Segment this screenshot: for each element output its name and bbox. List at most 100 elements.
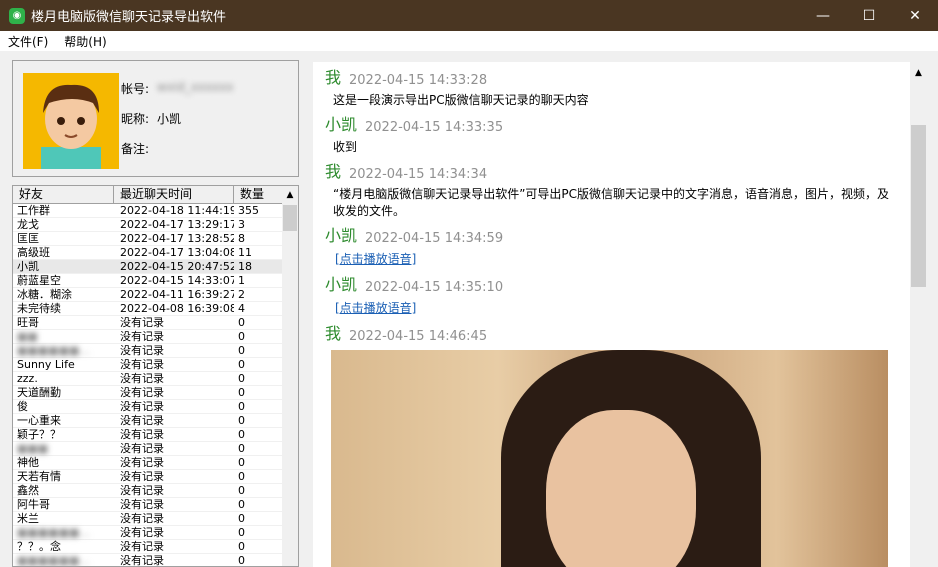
scroll-thumb[interactable] bbox=[911, 125, 926, 287]
friend-row[interactable]: 米兰 没有记录 0 bbox=[13, 512, 298, 526]
message-photo[interactable] bbox=[331, 350, 888, 567]
nickname-value: 小凯 bbox=[157, 112, 182, 126]
friend-list: 好友 最近聊天时间 数量 工作群 2022-04-18 11:44:19 355 龙戈… bbox=[12, 185, 299, 567]
message-count: 0 bbox=[238, 484, 245, 497]
profile-panel: 帐号: wxid_xxxxxx 昵称: 小凯 备注: bbox=[12, 60, 299, 177]
message-count: 1 bbox=[238, 274, 245, 287]
last-chat-time: 没有记录 bbox=[120, 330, 164, 343]
last-chat-time: 没有记录 bbox=[120, 442, 164, 455]
friend-row[interactable]: 天若有情 没有记录 0 bbox=[13, 470, 298, 484]
friend-row[interactable]: 冰糖．糊涂 2022-04-11 16:39:27 2 bbox=[13, 288, 298, 302]
sender-name: 小凯 bbox=[325, 275, 358, 294]
friend-row[interactable]: 匡匡 2022-04-17 13:28:52 8 bbox=[13, 232, 298, 246]
friend-name: ■■■ bbox=[17, 442, 49, 455]
friend-row[interactable]: 神他 没有记录 0 bbox=[13, 456, 298, 470]
friend-row[interactable]: ■■■■■■... 没有记录 0 bbox=[13, 526, 298, 540]
maximize-button[interactable]: ☐ bbox=[846, 0, 892, 31]
friend-row[interactable]: 未完待续 2022-04-08 16:39:08 4 bbox=[13, 302, 298, 316]
friend-row[interactable]: ■■ 没有记录 0 bbox=[13, 330, 298, 344]
message-count: 8 bbox=[238, 232, 245, 245]
friend-row[interactable]: 小凯 2022-04-15 20:47:52 18 bbox=[13, 260, 298, 274]
sender-name: 我 bbox=[325, 162, 342, 181]
friend-name: 工作群 bbox=[17, 204, 50, 217]
message-time: 2022-04-15 14:33:28 bbox=[349, 73, 488, 88]
chat-scrollbar[interactable]: ▲ bbox=[910, 62, 927, 567]
friend-row[interactable]: 天道酬勤 没有记录 0 bbox=[13, 386, 298, 400]
friend-row[interactable]: 旺哥 没有记录 0 bbox=[13, 316, 298, 330]
friend-row[interactable]: 颖子？？ 没有记录 0 bbox=[13, 428, 298, 442]
last-chat-time: 没有记录 bbox=[120, 414, 164, 427]
wechat-icon: ◉ bbox=[9, 7, 25, 24]
friend-row[interactable]: 高级班 2022-04-17 13:04:08 11 bbox=[13, 246, 298, 260]
last-chat-time: 没有记录 bbox=[120, 428, 164, 441]
friend-name: 匡匡 bbox=[17, 232, 39, 245]
chat-panel: 我 2022-04-15 14:33:28 这是一段演示导出PC版微信聊天记录的聊天… bbox=[313, 62, 910, 567]
friend-row[interactable]: Sunny Life 没有记录 0 bbox=[13, 358, 298, 372]
last-chat-time: 没有记录 bbox=[120, 344, 164, 357]
minimize-button[interactable]: — bbox=[800, 0, 846, 31]
friend-name: 小凯 bbox=[17, 260, 39, 273]
scroll-up-icon[interactable]: ▲ bbox=[282, 186, 298, 204]
last-chat-time: 2022-04-08 16:39:08 bbox=[120, 302, 234, 315]
close-button[interactable]: ✕ bbox=[892, 0, 938, 31]
friend-name: 龙戈 bbox=[17, 218, 39, 231]
friend-row[interactable]: ■■■■■■... 没有记录 0 bbox=[13, 554, 298, 567]
col-last-chat[interactable]: 最近聊天时间 bbox=[114, 186, 234, 203]
friend-list-scrollbar[interactable]: ▲ bbox=[282, 186, 298, 566]
last-chat-time: 没有记录 bbox=[120, 400, 164, 413]
play-voice-link[interactable]: [点击播放语音] bbox=[335, 252, 416, 266]
message-header: 我 2022-04-15 14:46:45 bbox=[313, 318, 910, 344]
friend-row[interactable]: ■■■■■■... 没有记录 0 bbox=[13, 344, 298, 358]
friend-name: zzz. bbox=[17, 372, 38, 385]
friend-name: 阿牛哥 bbox=[17, 498, 50, 511]
message-count: 3 bbox=[238, 218, 245, 231]
message-count: 0 bbox=[238, 526, 245, 539]
message-count: 0 bbox=[238, 358, 245, 371]
friend-row[interactable]: 一心重来 没有记录 0 bbox=[13, 414, 298, 428]
account-value: wxid_xxxxxx bbox=[157, 80, 234, 94]
friend-name: 鑫然 bbox=[17, 484, 39, 497]
message-count: 0 bbox=[238, 498, 245, 511]
friend-row[interactable]: 阿牛哥 没有记录 0 bbox=[13, 498, 298, 512]
message-time: 2022-04-15 14:34:59 bbox=[365, 231, 504, 246]
friend-name: ■■■■■■... bbox=[17, 526, 90, 539]
friend-row[interactable]: 鑫然 没有记录 0 bbox=[13, 484, 298, 498]
friend-row[interactable]: zzz. 没有记录 0 bbox=[13, 372, 298, 386]
message-text: “楼月电脑版微信聊天记录导出软件”可导出PC版微信聊天记录中的文字消息，语音消息… bbox=[333, 187, 890, 218]
friend-name: ■■■■■■... bbox=[17, 344, 90, 357]
last-chat-time: 2022-04-17 13:29:17 bbox=[120, 218, 234, 231]
friend-row[interactable]: 蔚蓝星空 2022-04-15 14:33:07 1 bbox=[13, 274, 298, 288]
friend-row[interactable]: ？？。念 没有记录 0 bbox=[13, 540, 298, 554]
last-chat-time: 2022-04-11 16:39:27 bbox=[120, 288, 234, 301]
account-label: 帐号: bbox=[121, 82, 150, 96]
last-chat-time: 没有记录 bbox=[120, 554, 164, 567]
friend-row[interactable]: 俊 没有记录 0 bbox=[13, 400, 298, 414]
message-count: 4 bbox=[238, 302, 245, 315]
message-count: 0 bbox=[238, 400, 245, 413]
last-chat-time: 没有记录 bbox=[120, 470, 164, 483]
message-count: 18 bbox=[238, 260, 252, 273]
friend-row[interactable]: ■■■ 没有记录 0 bbox=[13, 442, 298, 456]
avatar bbox=[23, 73, 119, 169]
last-chat-time: 没有记录 bbox=[120, 316, 164, 329]
message-count: 0 bbox=[238, 512, 245, 525]
play-voice-link[interactable]: [点击播放语音] bbox=[335, 301, 416, 315]
last-chat-time: 没有记录 bbox=[120, 540, 164, 553]
menu-help[interactable]: 帮助(H) bbox=[56, 33, 114, 50]
message-text: 这是一段演示导出PC版微信聊天记录的聊天内容 bbox=[333, 93, 589, 107]
last-chat-time: 没有记录 bbox=[120, 372, 164, 385]
sender-name: 小凯 bbox=[325, 115, 358, 134]
scroll-thumb[interactable] bbox=[283, 205, 297, 231]
friend-row[interactable]: 龙戈 2022-04-17 13:29:17 3 bbox=[13, 218, 298, 232]
last-chat-time: 没有记录 bbox=[120, 526, 164, 539]
friend-row[interactable]: 工作群 2022-04-18 11:44:19 355 bbox=[13, 204, 298, 218]
col-count[interactable]: 数量 bbox=[234, 186, 284, 203]
message-count: 0 bbox=[238, 344, 245, 357]
menu-file[interactable]: 文件(F) bbox=[0, 33, 56, 50]
last-chat-time: 没有记录 bbox=[120, 386, 164, 399]
friend-name: 高级班 bbox=[17, 246, 50, 259]
window-title: 楼月电脑版微信聊天记录导出软件 bbox=[31, 10, 227, 25]
friend-name: 旺哥 bbox=[17, 316, 39, 329]
scroll-up-icon[interactable]: ▲ bbox=[910, 62, 927, 80]
col-friend[interactable]: 好友 bbox=[13, 186, 114, 203]
